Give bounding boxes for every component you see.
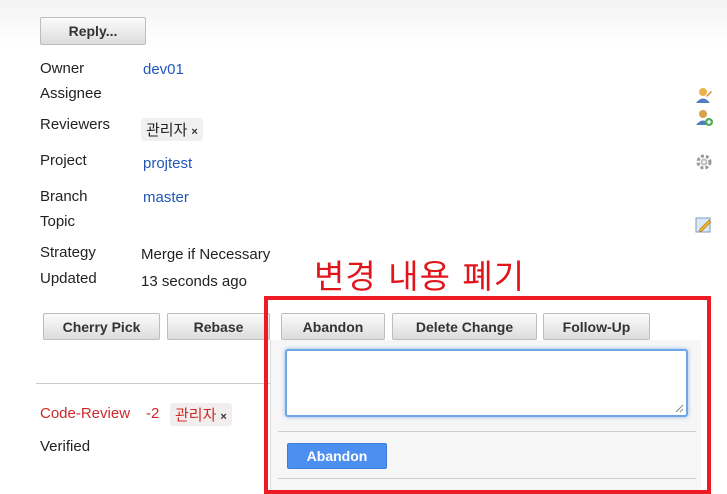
reviewer-name: 관리자 — [146, 122, 188, 139]
project-label: Project — [40, 152, 87, 169]
code-review-score: -2 — [146, 405, 160, 422]
project-link[interactable]: projtest — [143, 155, 192, 172]
owner-link[interactable]: dev01 — [143, 61, 184, 78]
owner-label: Owner — [40, 60, 85, 77]
cherry-pick-button[interactable]: Cherry Pick — [43, 313, 160, 340]
topic-label: Topic — [40, 213, 76, 230]
person-add-icon[interactable] — [695, 109, 713, 127]
strategy-value: Merge if Necessary — [141, 246, 271, 263]
code-review-user-chip: 관리자 × — [170, 403, 232, 426]
pencil-edit-icon[interactable] — [695, 216, 713, 234]
remove-vote-button[interactable]: × — [220, 411, 226, 423]
annotation-title: 변경 내용 폐기 — [314, 257, 526, 296]
remove-reviewer-button[interactable]: × — [191, 126, 197, 138]
code-review-user: 관리자 — [175, 407, 217, 424]
section-divider — [36, 383, 270, 384]
assignee-label: Assignee — [40, 85, 102, 102]
updated-label: Updated — [40, 270, 97, 287]
verified-label: Verified — [40, 438, 91, 455]
strategy-label: Strategy — [40, 244, 96, 261]
reviewers-label: Reviewers — [40, 116, 111, 133]
rebase-button[interactable]: Rebase — [167, 313, 270, 340]
reply-button[interactable]: Reply... — [40, 17, 146, 45]
highlight-box — [264, 296, 711, 494]
branch-label: Branch — [40, 188, 88, 205]
updated-value: 13 seconds ago — [141, 273, 247, 290]
gear-icon[interactable] — [695, 153, 713, 171]
code-review-label: Code-Review — [40, 405, 131, 422]
branch-link[interactable]: master — [143, 189, 189, 206]
person-edit-icon[interactable] — [695, 86, 713, 104]
reviewer-chip: 관리자 × — [141, 118, 203, 141]
